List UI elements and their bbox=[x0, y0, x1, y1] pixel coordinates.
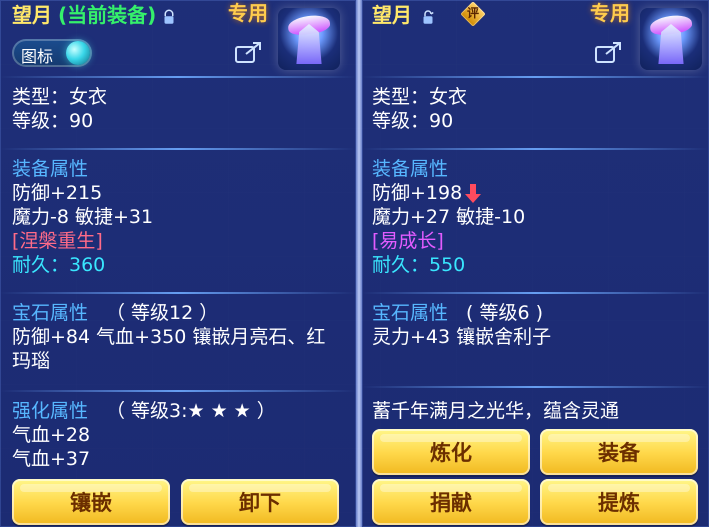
gem-line1-right: 灵力+43 镶嵌舍利子 bbox=[372, 326, 552, 348]
magic-agility-right: 魔力+27 敏捷-10 bbox=[372, 206, 526, 228]
gem-title-right: 宝石属性 bbox=[372, 302, 449, 324]
enhance-title-left: 强化属性 bbox=[12, 400, 89, 422]
down-arrow-icon bbox=[465, 184, 481, 203]
share-icon-right[interactable] bbox=[594, 38, 624, 64]
special-effect-left: [涅槃重生] bbox=[12, 230, 103, 252]
specialty-label-left: 专用 bbox=[228, 1, 268, 25]
item-description: 蓄千年满月之光华，蕴含灵通 bbox=[372, 400, 620, 422]
equip-attr-title-right: 装备属性 bbox=[372, 158, 449, 180]
gem-title-left: 宝石属性 bbox=[12, 302, 89, 324]
evaluation-badge-text: 评 bbox=[466, 6, 479, 20]
donate-button[interactable]: 捐献 bbox=[372, 479, 530, 525]
defense-right: 防御+198 bbox=[372, 182, 463, 204]
icon-toggle-label: 图标 bbox=[21, 47, 54, 66]
header-divider-left bbox=[0, 76, 356, 78]
icon-toggle[interactable]: 图标 bbox=[12, 39, 92, 67]
section-divider-3-right bbox=[362, 386, 709, 388]
gem-line2-left: 玛瑙 bbox=[12, 350, 51, 372]
section-divider-2-left bbox=[0, 292, 356, 294]
item-name-right: 望月 bbox=[372, 3, 412, 27]
unequip-button[interactable]: 卸下 bbox=[181, 479, 339, 525]
refine-button[interactable]: 炼化 bbox=[372, 429, 530, 475]
left-item-panel: 望月 (当前装备) 专用 图标 类型：女衣 等级：90 装备属性 防御+215 … bbox=[0, 0, 356, 527]
equip-attr-title-left: 装备属性 bbox=[12, 158, 89, 180]
item-portrait-right bbox=[640, 8, 702, 70]
durability-right: 耐久：550 bbox=[372, 254, 466, 276]
equip-button[interactable]: 装备 bbox=[540, 429, 698, 475]
extract-button[interactable]: 提炼 bbox=[540, 479, 698, 525]
evaluation-badge[interactable]: 评 bbox=[460, 1, 486, 27]
section-divider-1-left bbox=[0, 148, 356, 150]
inlay-button[interactable]: 镶嵌 bbox=[12, 479, 170, 525]
defense-left: 防御+215 bbox=[12, 182, 103, 204]
right-item-panel: 望月 评 专用 类型：女衣 等级：90 装备属性 防御+198 魔力+27 敏捷… bbox=[362, 0, 709, 527]
section-divider-3-left bbox=[0, 390, 356, 392]
type-right: 类型：女衣 bbox=[372, 86, 468, 108]
special-effect-right: [易成长] bbox=[372, 230, 444, 252]
enhance-line2-left: 气血+37 bbox=[12, 448, 91, 470]
enhance-line1-left: 气血+28 bbox=[12, 424, 91, 446]
level-right: 等级：90 bbox=[372, 110, 454, 132]
unlock-icon bbox=[423, 10, 434, 24]
lock-icon bbox=[164, 9, 174, 24]
item-portrait-left bbox=[278, 8, 340, 70]
durability-left: 耐久：360 bbox=[12, 254, 106, 276]
specialty-label-right: 专用 bbox=[590, 1, 630, 25]
gem-line1-left: 防御+84 气血+350 镶嵌月亮石、红 bbox=[12, 326, 326, 348]
gem-level-left: （ 等级12 ） bbox=[106, 302, 219, 324]
enhance-level-left: （ 等级3:★ ★ ★ ） bbox=[106, 400, 276, 422]
share-icon-left[interactable] bbox=[234, 38, 264, 64]
section-divider-1-right bbox=[362, 148, 709, 150]
level-left: 等级：90 bbox=[12, 110, 94, 132]
header-divider-right bbox=[362, 76, 709, 78]
toggle-knob bbox=[66, 41, 90, 65]
item-name-left: 望月 bbox=[12, 3, 52, 27]
magic-agility-left: 魔力-8 敏捷+31 bbox=[12, 206, 154, 228]
gem-level-right: ( 等级6 ) bbox=[466, 302, 543, 324]
section-divider-2-right bbox=[362, 292, 709, 294]
type-left: 类型：女衣 bbox=[12, 86, 108, 108]
equipped-tag: (当前装备) bbox=[58, 3, 157, 27]
